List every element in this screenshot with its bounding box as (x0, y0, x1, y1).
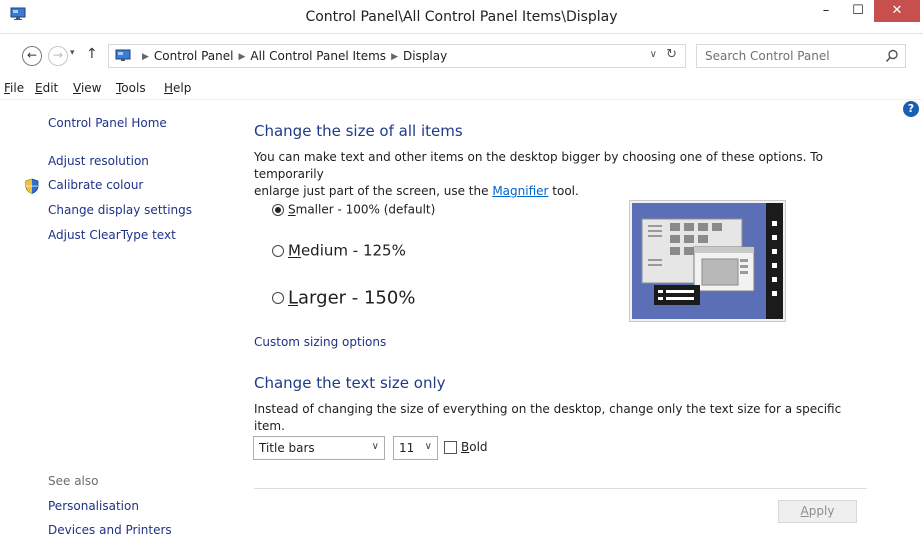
desktop-preview-icon (632, 203, 783, 319)
control-panel-home-link[interactable]: Control Panel Home (48, 116, 167, 130)
devices-and-printers-link[interactable]: Devices and Printers (48, 523, 172, 537)
breadcrumb-all-items[interactable]: All Control Panel Items (250, 49, 386, 63)
minimize-button[interactable]: – (812, 0, 840, 22)
close-button[interactable]: ✕ (874, 0, 920, 22)
search-box (696, 44, 906, 68)
radio-larger[interactable]: Larger - 150% (272, 287, 415, 309)
breadcrumb: ▶ Control Panel ▶ All Control Panel Items ▶ D… (137, 49, 447, 63)
menu-view[interactable]: View (73, 81, 101, 95)
maximize-button[interactable]: ☐ (844, 0, 872, 22)
personalisation-link[interactable]: Personalisation (48, 499, 139, 513)
divider (254, 488, 867, 489)
text-item-select[interactable]: Title bars ∨ (253, 436, 385, 460)
breadcrumb-display[interactable]: Display (403, 49, 447, 63)
chevron-down-icon: ∨ (424, 441, 432, 452)
control-panel-icon (115, 49, 131, 61)
chevron-down-icon: ∨ (371, 441, 379, 452)
menu-help[interactable]: Help (164, 81, 191, 95)
back-button[interactable]: ← (22, 46, 42, 66)
chevron-right-icon: ▶ (142, 52, 149, 62)
menu-file[interactable]: File (4, 81, 24, 95)
breadcrumb-control-panel[interactable]: Control Panel (154, 49, 234, 63)
address-field[interactable]: ▶ Control Panel ▶ All Control Panel Items ▶ D… (108, 44, 686, 68)
menu-tools[interactable]: Tools (116, 81, 146, 95)
text-size-select[interactable]: 11 ∨ (393, 436, 438, 460)
shield-icon (25, 178, 39, 194)
help-icon[interactable]: ? (903, 101, 919, 117)
search-icon[interactable] (885, 49, 899, 63)
size-section-description: You can make text and other items on the… (254, 150, 823, 198)
magnifier-link[interactable]: Magnifier (492, 184, 548, 198)
text-section-title: Change the text size only (254, 374, 446, 392)
change-display-settings-link[interactable]: Change display settings (48, 203, 192, 217)
chevron-right-icon[interactable]: ▶ (239, 52, 246, 62)
bold-label[interactable]: Bold (461, 440, 488, 454)
radio-smaller[interactable]: Smaller - 100% (default) (272, 202, 435, 217)
window-title: Control Panel\All Control Panel Items\Di… (305, 9, 618, 25)
up-button[interactable]: ↑ (86, 46, 98, 62)
bold-checkbox[interactable] (444, 441, 457, 454)
menu-bar: File Edit View Tools Help (0, 78, 923, 100)
chevron-right-icon[interactable]: ▶ (391, 52, 398, 62)
forward-button[interactable]: → (48, 46, 68, 66)
calibrate-colour-link[interactable]: Calibrate colour (48, 178, 143, 192)
apply-button[interactable]: Apply (778, 500, 857, 523)
size-section-title: Change the size of all items (254, 122, 463, 140)
address-dropdown-icon[interactable]: ∨ (650, 49, 657, 60)
radio-button[interactable] (272, 292, 284, 304)
size-preview-image (629, 200, 786, 322)
text-section-description: Instead of changing the size of everythi… (254, 402, 842, 433)
refresh-icon[interactable]: ↻ (666, 47, 677, 62)
menu-edit[interactable]: Edit (35, 81, 58, 95)
custom-sizing-options-link[interactable]: Custom sizing options (254, 335, 386, 349)
radio-button[interactable] (272, 203, 284, 216)
radio-medium[interactable]: Medium - 125% (272, 241, 406, 260)
adjust-cleartype-link[interactable]: Adjust ClearType text (48, 228, 176, 242)
recent-locations-icon[interactable]: ▾ (70, 48, 75, 58)
see-also-heading: See also (48, 474, 99, 488)
search-input[interactable] (697, 45, 877, 67)
address-bar: ← → ▾ ↑ ▶ Control Panel ▶ All Control Panel… (0, 42, 923, 72)
radio-button[interactable] (272, 244, 284, 257)
adjust-resolution-link[interactable]: Adjust resolution (48, 154, 149, 168)
left-pane: Control Panel Home Adjust resolution Cal… (0, 102, 225, 560)
title-bar: Control Panel\All Control Panel Items\Di… (0, 0, 923, 34)
